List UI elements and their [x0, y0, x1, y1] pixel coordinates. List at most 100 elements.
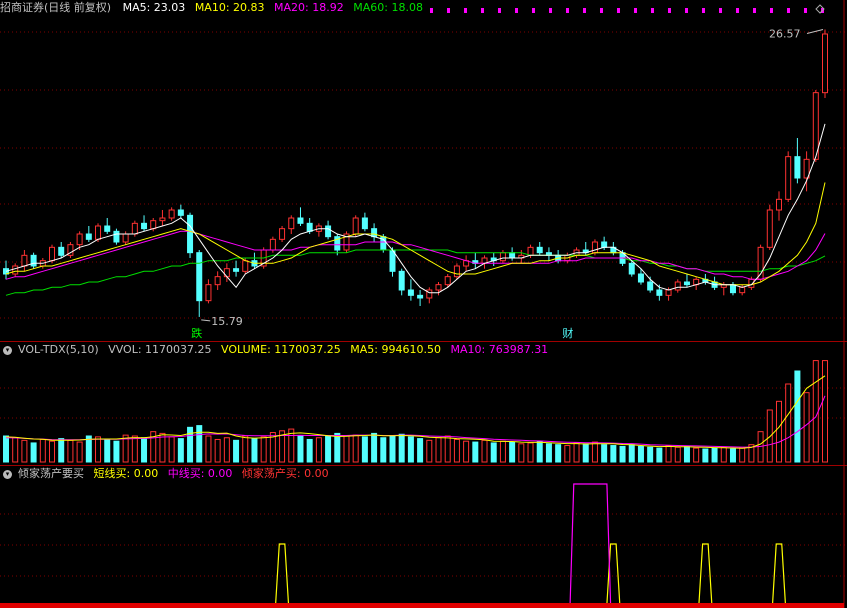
vol-indicator-name[interactable]: VOL-TDX(5,10): [18, 343, 99, 356]
volume-bar: [582, 443, 589, 463]
volume-bar: [693, 447, 700, 463]
vol-ma5-value: MA5: 994610.50: [350, 343, 441, 356]
volume-bar: [168, 436, 175, 463]
volume-bar: [371, 432, 378, 463]
top-marker-dot: [804, 8, 807, 13]
candle-body: [131, 222, 138, 235]
candle-body: [361, 217, 368, 230]
volume-bar: [601, 444, 608, 463]
candle-body: [785, 156, 792, 200]
candle-body: [499, 252, 506, 262]
volume-bar: [610, 445, 617, 463]
candle-body: [729, 284, 736, 294]
candle-body: [95, 225, 102, 240]
chevron-down-icon[interactable]: ▾: [3, 345, 12, 355]
low-price-label: 15.79: [211, 315, 243, 328]
candle-body: [187, 214, 194, 254]
indicator-panel-header: ▾ 倾家荡产要买 短线买: 0.00 中线买: 0.00 倾家荡产买: 0.00: [0, 466, 335, 482]
candle-body: [775, 198, 782, 211]
ma20-line: [5, 230, 826, 280]
volume-value: VOLUME: 1170037.25: [221, 343, 341, 356]
volume-bar: [205, 435, 212, 463]
all-in-buy-baseline: [0, 603, 844, 608]
candle-body: [656, 289, 663, 296]
chevron-down-icon[interactable]: ▾: [3, 469, 12, 479]
volume-bar: [812, 360, 819, 463]
volume-bar: [656, 447, 663, 463]
candle-body: [223, 268, 230, 278]
top-marker-dot: [770, 8, 773, 13]
ma60-line: [5, 249, 826, 296]
candle-body: [177, 209, 184, 216]
candle-body: [168, 209, 175, 219]
volume-bar: [58, 438, 65, 463]
volume-bar: [775, 400, 782, 463]
volume-bar: [509, 441, 516, 463]
candle-body: [159, 217, 166, 222]
top-marker-dot: [430, 8, 433, 13]
ma60-value: MA60: 18.08: [353, 1, 423, 14]
indicator-name[interactable]: 倾家荡产要买: [18, 467, 84, 480]
candle-body: [21, 254, 28, 267]
volume-bar: [665, 445, 672, 463]
candle-body: [794, 156, 801, 179]
vol-ma5-line: [5, 375, 826, 449]
candle-body: [288, 217, 295, 230]
volume-bar: [490, 442, 497, 463]
volume-bar: [536, 440, 543, 463]
top-marker-dot: [634, 8, 637, 13]
volume-bar: [21, 439, 28, 463]
candle-body: [444, 276, 451, 286]
vol-ma10-value: MA10: 763987.31: [450, 343, 549, 356]
short-buy-value: 短线买: 0.00: [93, 467, 159, 480]
candle-body: [76, 233, 83, 246]
volume-bar: [803, 392, 810, 463]
ma20-value: MA20: 18.92: [274, 1, 344, 14]
candle-body: [637, 273, 644, 283]
candle-body: [279, 228, 286, 240]
volume-bar: [720, 446, 727, 463]
volume-bar: [352, 434, 359, 463]
volume-bar: [398, 433, 405, 463]
volume-bar: [251, 438, 258, 463]
volume-bar: [591, 441, 598, 463]
volume-bar: [555, 444, 562, 463]
volume-bar: [315, 437, 322, 463]
volume-bar: [702, 448, 709, 463]
volume-bar: [242, 435, 249, 463]
top-marker-dot: [583, 8, 586, 13]
volume-bar: [380, 437, 387, 463]
volume-bar: [564, 445, 571, 463]
top-marker-dot: [498, 8, 501, 13]
volume-bar: [260, 436, 267, 463]
candle-body: [85, 233, 92, 240]
ma10-value: MA10: 20.83: [194, 1, 265, 14]
volume-bar: [683, 445, 690, 463]
top-marker-dot: [668, 8, 671, 13]
volume-bar: [76, 441, 83, 463]
candle-body: [196, 252, 203, 302]
high-price-arrow: [806, 28, 824, 34]
candle-body: [242, 260, 249, 272]
top-marker-dot: [532, 8, 535, 13]
candle-body: [647, 281, 654, 291]
candle-body: [150, 220, 157, 230]
volume-bar: [619, 445, 626, 463]
volume-bar: [453, 438, 460, 463]
candle-body: [407, 289, 414, 296]
main-panel-header: 招商证券(日线 前复权) MA5: 23.03 MA10: 20.83 MA20…: [0, 0, 429, 16]
stock-title[interactable]: 招商证券(日线 前复权): [0, 1, 111, 14]
volume-bar: [389, 435, 396, 463]
volume-bar: [104, 438, 111, 463]
candle-body: [601, 241, 608, 248]
candle-body: [49, 246, 56, 262]
volume-bar: [444, 435, 451, 463]
candle-body: [205, 284, 212, 302]
volume-bar: [141, 437, 148, 463]
volume-bar: [30, 442, 37, 463]
volume-bar: [573, 442, 580, 463]
top-marker-dot: [566, 8, 569, 13]
volume-bar: [361, 436, 368, 463]
candle-body: [325, 225, 332, 238]
high-price-label: 26.57: [769, 27, 801, 40]
